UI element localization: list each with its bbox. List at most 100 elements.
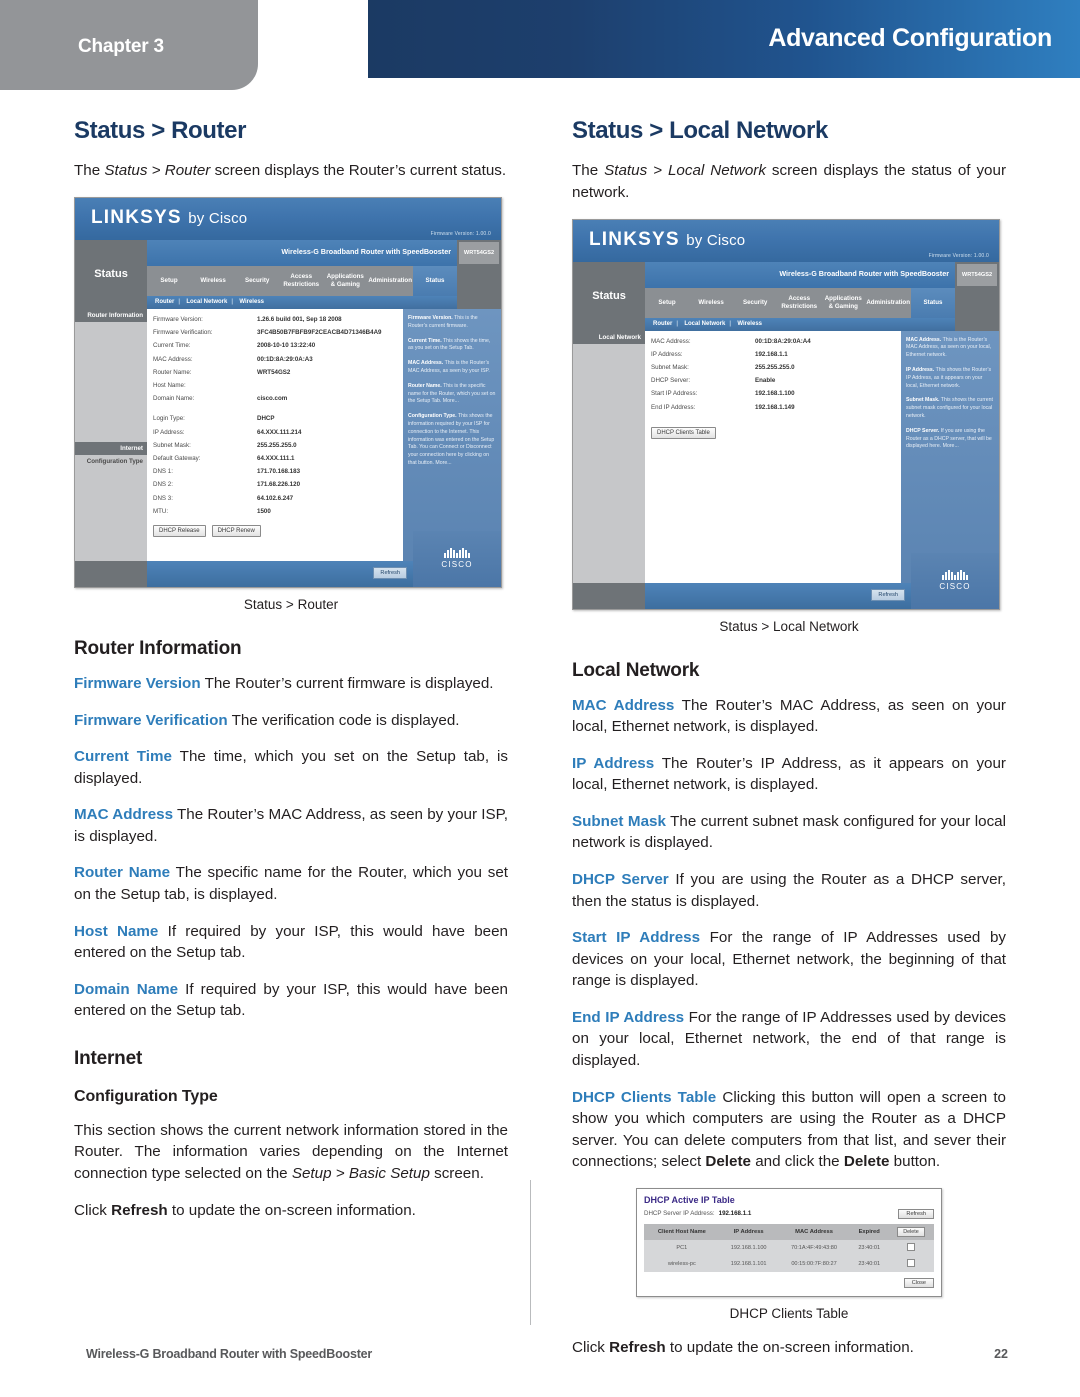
left-section-heading: Status > Router [74, 117, 247, 144]
field-row: End IP Address: 192.168.1.149 [651, 404, 895, 411]
cisco-bars-icon [444, 548, 470, 559]
nav-tab-setup[interactable]: Setup [147, 266, 191, 296]
left-screenshot-caption: Status > Router [243, 596, 339, 612]
field-label: Login Type: [153, 415, 185, 423]
dhcp-clients-table-button[interactable]: DHCP Clients Table [651, 426, 716, 439]
nav-tab-security[interactable]: Security [235, 266, 279, 296]
delete-checkbox[interactable] [906, 1242, 915, 1251]
table-row: wireless-pc 192.168.1.101 00:15:00:7F:80… [644, 1255, 934, 1272]
right-screenshot-caption: Status > Local Network [719, 618, 859, 634]
cell-delete-checkbox[interactable] [887, 1239, 934, 1256]
field-label: Domain Name: [153, 395, 195, 403]
sub-nav-wireless[interactable]: Wireless [231, 299, 264, 305]
nav-tab-access-restrictions[interactable]: Access Restrictions [279, 266, 323, 296]
dhcp-renew-button[interactable]: DHCP Renew [211, 525, 261, 538]
sub-nav-router[interactable]: Router [653, 321, 672, 327]
cell-expired: 23:40:01 [850, 1239, 888, 1256]
field-value: 1.26.6 build 001, Sep 18 2008 [257, 315, 342, 323]
nav-tab-status[interactable]: Status [412, 265, 458, 296]
chapter-label: Chapter 3 [78, 36, 164, 57]
field-label: IP Address: [651, 350, 683, 358]
field-value: 255.255.255.0 [755, 363, 795, 371]
refresh-button[interactable]: Refresh [871, 588, 905, 601]
field-value: 1500 [257, 507, 271, 515]
sub-nav-router[interactable]: Router [155, 299, 174, 305]
nav-tab-access-restrictions[interactable]: Access Restrictions [777, 288, 821, 318]
nav-tab-status[interactable]: Status [910, 287, 956, 318]
term-paragraph: Start IP Address For the range of IP Add… [572, 927, 1006, 992]
page-footer: Wireless-G Broadband Router with SpeedBo… [0, 1325, 1080, 1397]
nav-tab-wireless[interactable]: Wireless [689, 288, 733, 318]
dhcp-refresh-button[interactable]: Refresh [898, 1208, 934, 1219]
router-ui-button-row: DHCP Clients Table [651, 426, 895, 439]
help-item: MAC Address. This is the Router’s MAC Ad… [408, 360, 496, 376]
cell-delete-checkbox[interactable] [887, 1255, 934, 1272]
field-label: DNS 2: [153, 481, 173, 489]
field-label: Host Name: [153, 381, 186, 389]
router-ui-help-panel: MAC Address. This is the Router’s MAC Ad… [901, 330, 999, 583]
dhcp-close-button[interactable]: Close [903, 1277, 934, 1288]
router-ui-sub-nav: Router Local Network Wireless [75, 295, 501, 309]
cisco-wordmark: CISCO [441, 560, 473, 570]
term-paragraph: Subnet Mask The current subnet mask conf… [572, 811, 1006, 854]
delete-checkbox[interactable] [906, 1258, 915, 1267]
nav-tab-applications-gaming[interactable]: Applications & Gaming [821, 288, 865, 318]
term-label: Domain Name [74, 980, 179, 998]
router-ui-main: MAC Address: 00:1D:8A:29:0A:A4 IP Address… [645, 330, 901, 583]
term-paragraph: Current Time The time, which you set on … [74, 746, 508, 789]
refresh-button[interactable]: Refresh [373, 566, 407, 579]
cell-host: wireless-pc [644, 1255, 720, 1272]
field-row: Firmware Verification: 3FC4B50B7FBFB9F2CE… [153, 329, 397, 337]
term-paragraph: IP Address The Router’s IP Address, as i… [572, 753, 1006, 796]
field-label: Firmware Verification: [153, 329, 213, 337]
field-value: cisco.com [257, 395, 288, 403]
nav-tab-security[interactable]: Security [733, 288, 777, 318]
configuration-paragraph: This section shows the current network i… [74, 1120, 508, 1185]
field-row: Login Type: DHCP [153, 416, 397, 422]
help-term: Configuration Type. [408, 413, 457, 420]
table-header-row: Client Host Name IP Address MAC Address … [644, 1223, 934, 1240]
refresh-bold: Refresh [111, 1201, 168, 1219]
brand-suffix: by Cisco [188, 209, 248, 227]
rail-item-internet: Internet [75, 441, 147, 455]
help-item: DHCP Server. If you are using the Router… [906, 428, 994, 451]
config-italic: Setup > Basic Setup [291, 1165, 430, 1183]
field-row: Firmware Version: 1.26.6 build 001, Sep 1… [153, 315, 397, 323]
intro-post: screen displays the Router’s current sta… [210, 162, 507, 180]
sub-nav-wireless[interactable]: Wireless [729, 321, 762, 327]
help-item: Subnet Mask. This shows the current subn… [906, 397, 994, 420]
nav-tabs: Setup Wireless Security Access Restricti… [147, 265, 458, 296]
term-paragraph: End IP Address For the range of IP Addre… [572, 1007, 1006, 1072]
nav-tab-administration[interactable]: Administration [367, 266, 413, 296]
footer-product-name: Wireless-G Broadband Router with SpeedBo… [86, 1347, 373, 1361]
router-ui-footer: Refresh CISCO [75, 530, 501, 587]
nav-tab-wireless[interactable]: Wireless [191, 266, 235, 296]
dhcp-release-button[interactable]: DHCP Release [153, 525, 206, 538]
dhcp-active-ip-table-screenshot: DHCP Active IP Table DHCP Server IP Addr… [636, 1187, 942, 1297]
term-label: MAC Address [572, 696, 675, 714]
nav-tab-setup[interactable]: Setup [645, 288, 689, 318]
term-paragraph: MAC Address The Router’s MAC Address, as… [74, 804, 508, 847]
sub-nav-local-network[interactable]: Local Network [178, 299, 227, 305]
router-ui-footer-band: Refresh [147, 560, 413, 587]
cell-mac: 00:15:00:7F:80:27 [777, 1255, 851, 1272]
product-name: Wireless-G Broadband Router with SpeedBo… [779, 268, 949, 278]
help-term: Current Time. [408, 337, 442, 344]
router-ui-sub-nav: Router Local Network Wireless [573, 317, 999, 331]
nav-tab-applications-gaming[interactable]: Applications & Gaming [323, 266, 367, 296]
firmware-version-note: Firmware Version: 1.00.0 [928, 252, 989, 259]
field-row: Start IP Address: 192.168.1.100 [651, 391, 895, 397]
delete-button[interactable]: Delete [897, 1226, 925, 1237]
cisco-logo: CISCO [413, 530, 501, 587]
help-term: IP Address. [906, 366, 935, 373]
term-label: End IP Address [572, 1008, 685, 1026]
page-title: Advanced Configuration [768, 24, 1052, 52]
model-chip: WRT54GS2 [459, 241, 499, 264]
field-row: Subnet Mask: 255.255.255.0 [153, 442, 397, 449]
right-column: Status > Local Network The Status > Loca… [572, 117, 1006, 1359]
nav-tab-administration[interactable]: Administration [865, 288, 911, 318]
column-divider [530, 1180, 531, 1325]
product-bar-blue: Wireless-G Broadband Router with SpeedBo… [645, 261, 955, 288]
sub-nav-local-network[interactable]: Local Network [676, 321, 725, 327]
field-row: MAC Address: 00:1D:8A:29:0A:A4 [651, 338, 895, 345]
